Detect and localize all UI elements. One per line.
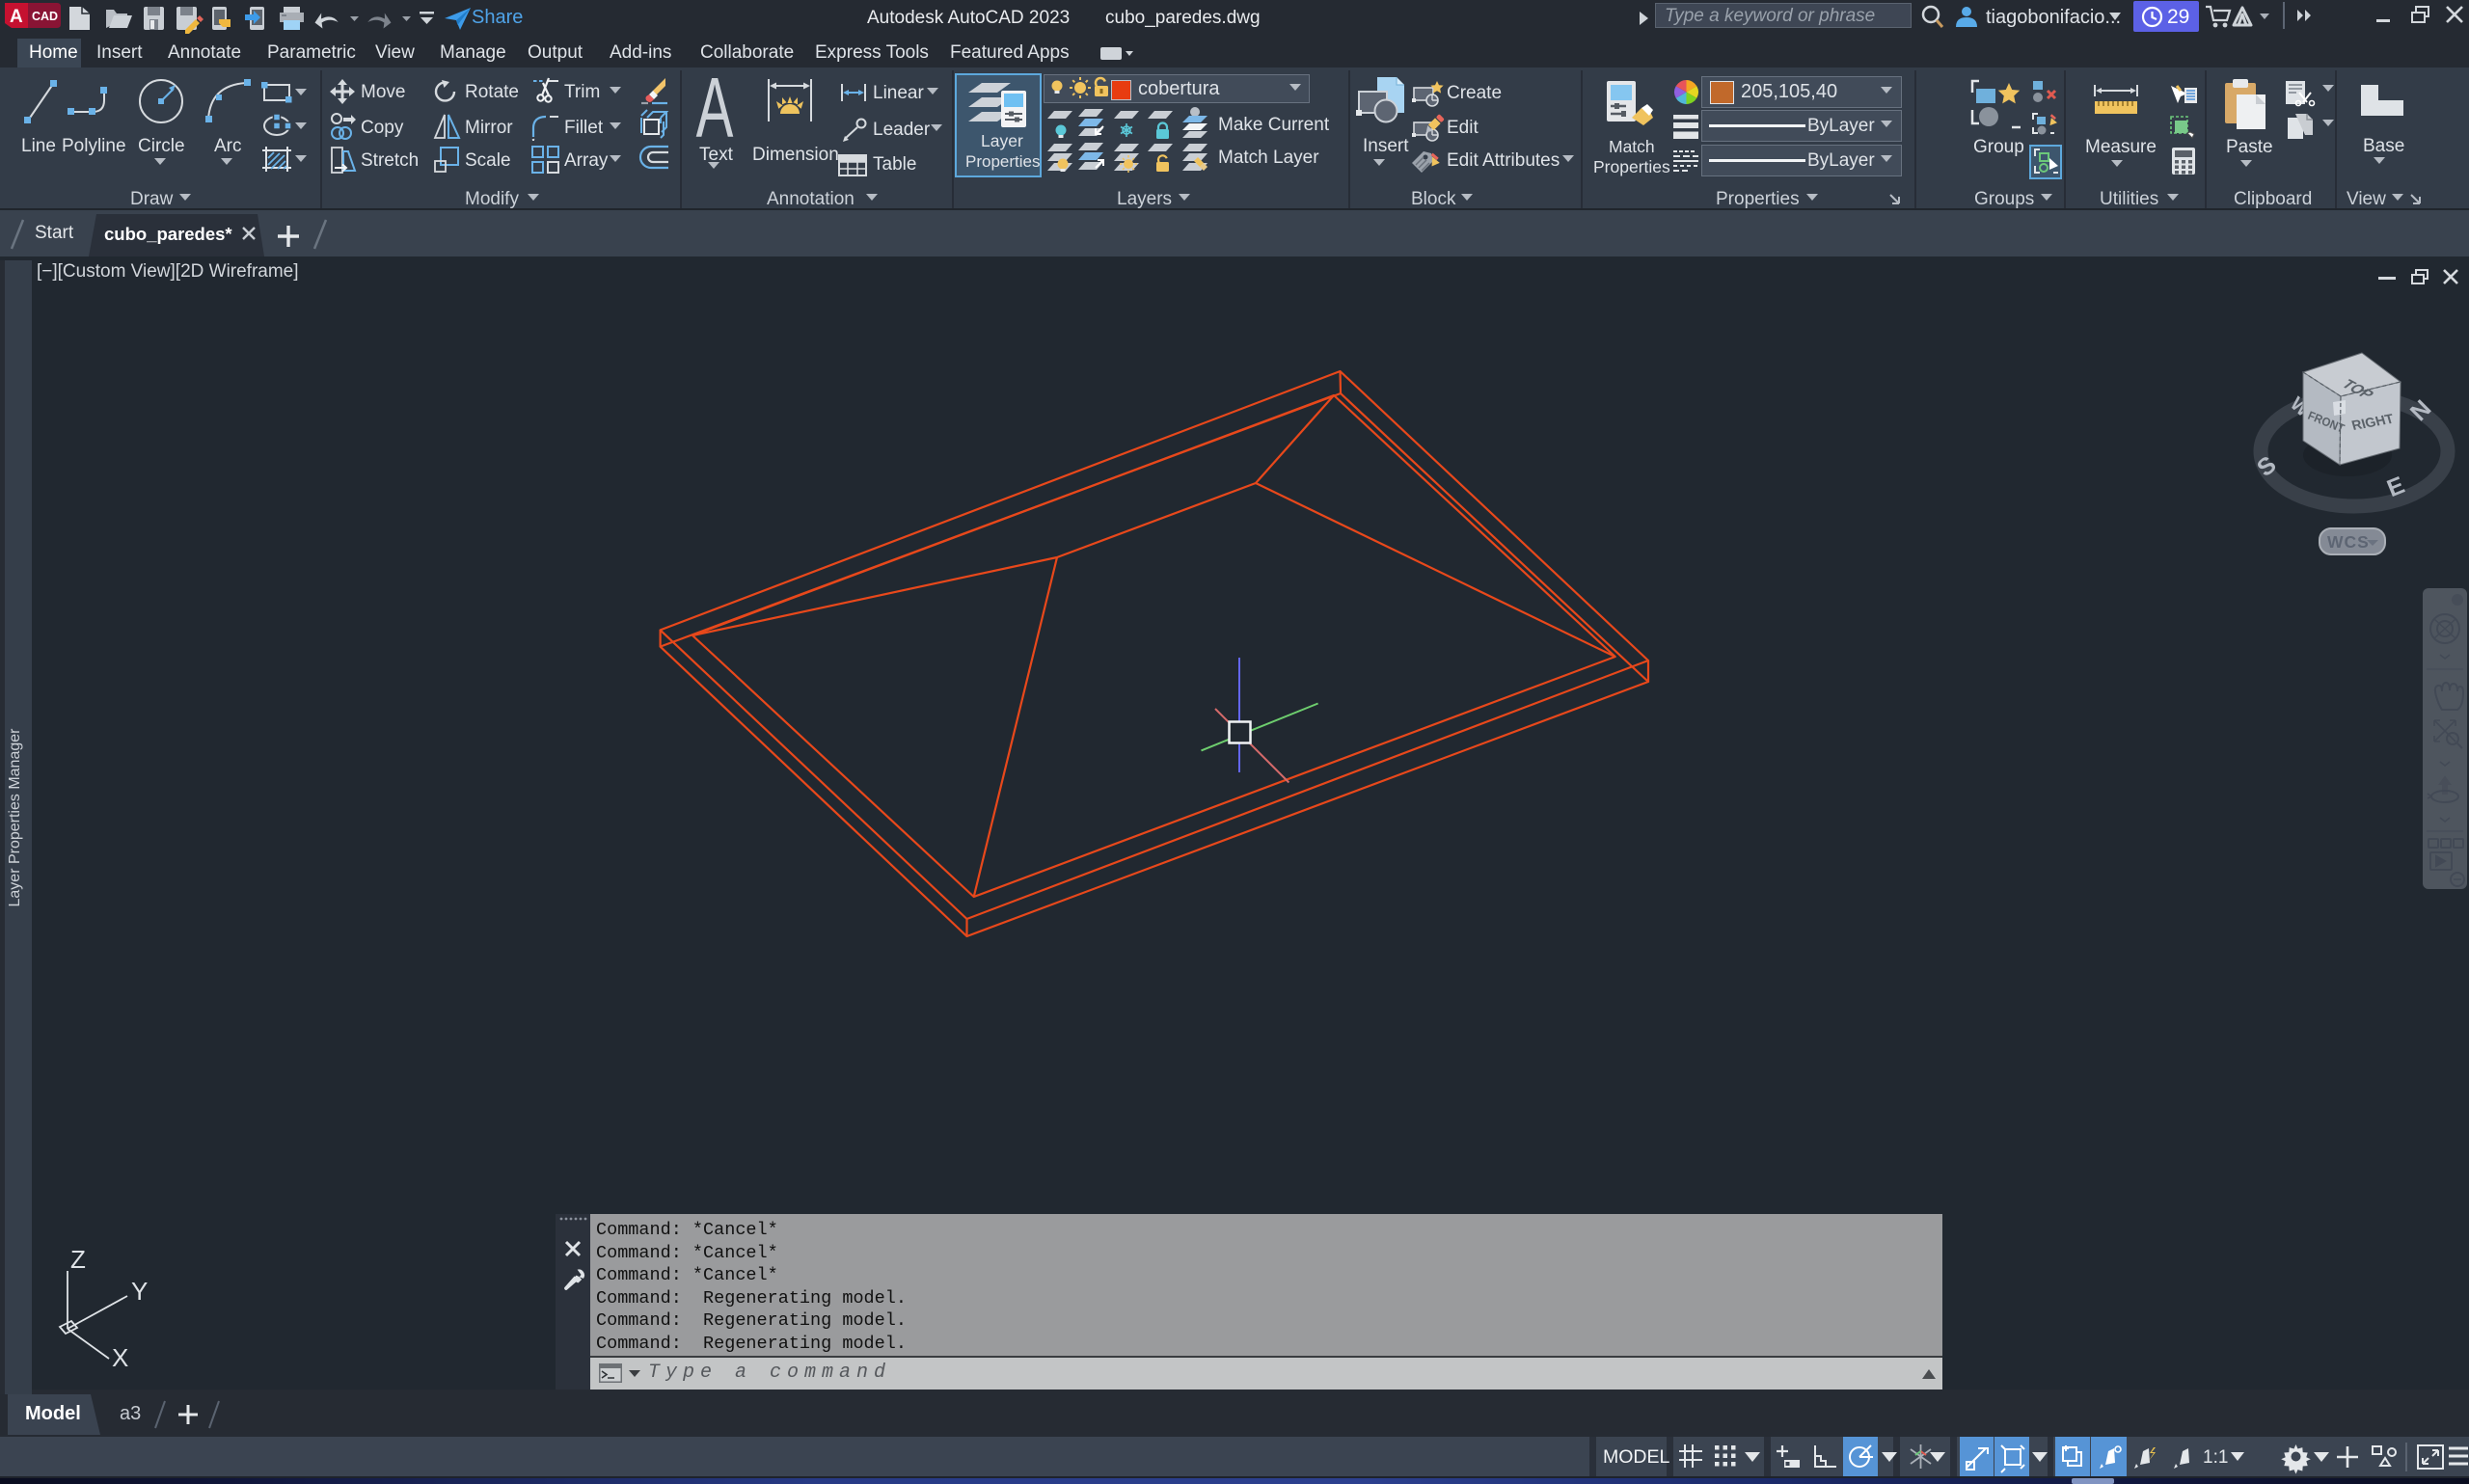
svg-text:Y: Y [131, 1277, 148, 1306]
svg-text:Z: Z [70, 1245, 86, 1274]
svg-text:X: X [112, 1343, 128, 1372]
